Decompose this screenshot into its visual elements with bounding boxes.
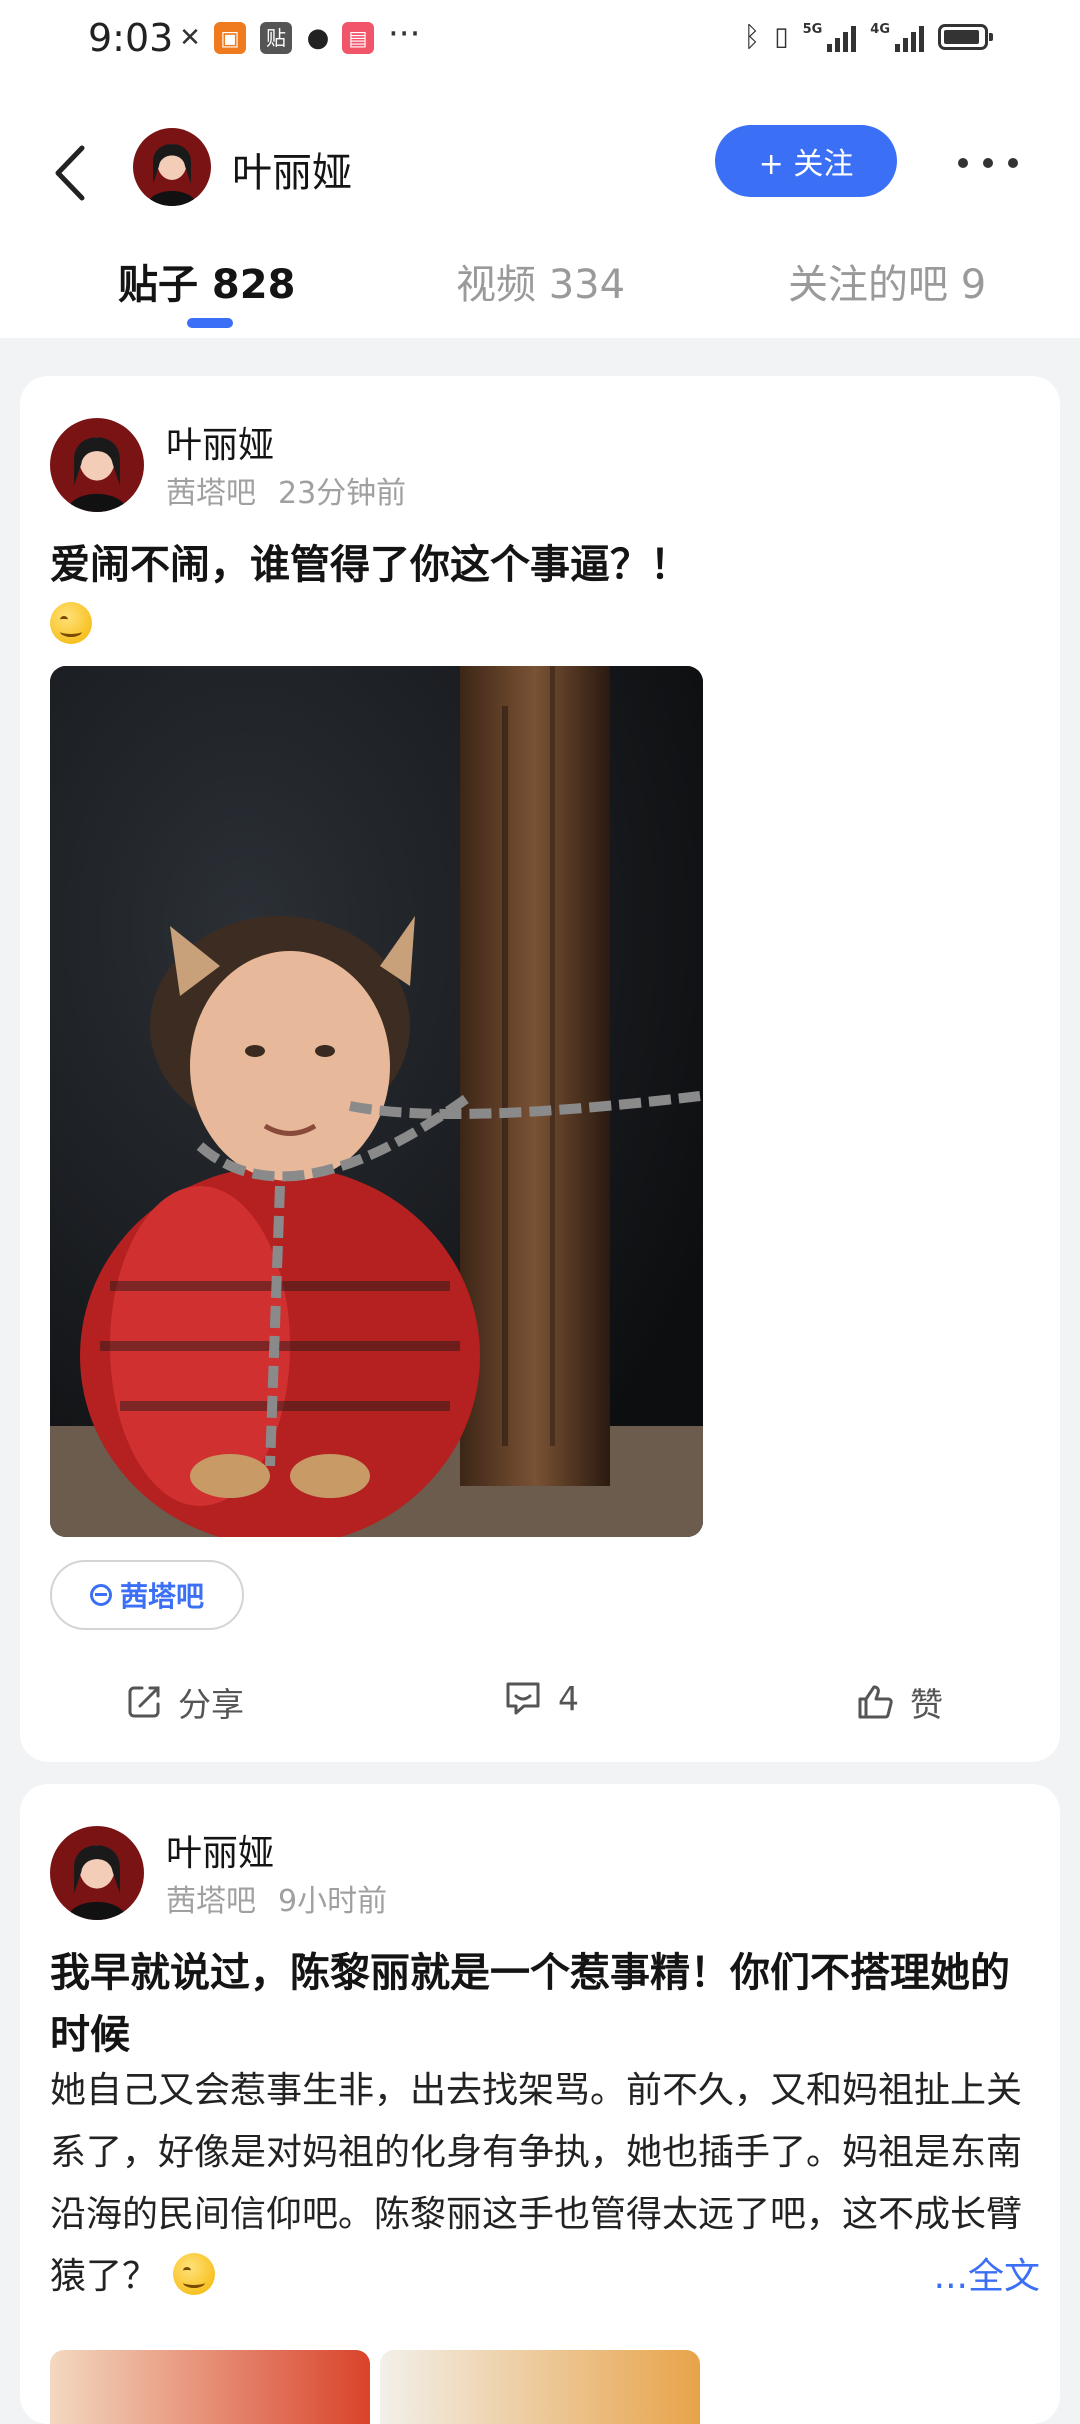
- avatar[interactable]: [133, 128, 211, 206]
- active-tab-indicator: [187, 318, 233, 328]
- post-author[interactable]: 叶丽娅: [166, 416, 274, 468]
- status-indicators: ᛒ ▯ 5G 4G: [743, 20, 993, 53]
- vibrate-icon: ▯: [774, 21, 789, 52]
- bluetooth-icon: ᛒ: [743, 20, 761, 53]
- profile-header: 叶丽娅 + 关注: [0, 120, 1080, 230]
- like-label: 赞: [910, 1685, 943, 1724]
- back-arrow-icon[interactable]: [48, 138, 94, 208]
- post-card[interactable]: 叶丽娅 茜塔吧 23分钟前 爱闹不闹，谁管得了你这个事逼？！ 茜塔吧 分享 4 …: [20, 376, 1060, 1762]
- post-image[interactable]: [380, 2350, 700, 2424]
- status-bar: 9:03 ✕ ▣ 贴 ● ▤ ··· ᛒ ▯ 5G 4G: [0, 0, 1080, 80]
- follow-button[interactable]: + 关注: [715, 125, 897, 197]
- app-icon: ▤: [342, 22, 374, 54]
- signal-4g-icon: 4G: [870, 22, 924, 52]
- profile-tabs: 贴子 828 视频 334 关注的吧 9: [0, 248, 1080, 338]
- post-meta: 茜塔吧 9小时前: [166, 1876, 387, 1920]
- app-icon: ▣: [214, 22, 246, 54]
- read-more-link[interactable]: ...全文: [934, 2246, 1040, 2308]
- thumbs-up-icon: [858, 1685, 893, 1719]
- tab-videos[interactable]: 视频 334: [456, 252, 625, 310]
- post-time: 9小时前: [278, 1884, 388, 1919]
- tieba-icon: 贴: [260, 22, 292, 54]
- battery-icon: [938, 23, 993, 50]
- like-button[interactable]: 赞: [854, 1678, 943, 1726]
- comment-button[interactable]: 4: [502, 1678, 579, 1718]
- post-forum[interactable]: 茜塔吧: [166, 1884, 256, 1919]
- post-title: 我早就说过，陈黎丽就是一个惹事精！你们不搭理她的时候: [50, 1950, 1010, 2058]
- share-icon: [128, 1686, 160, 1718]
- post-images: [50, 2350, 700, 2424]
- status-time: 9:03: [88, 16, 174, 60]
- more-options-icon[interactable]: [958, 148, 1018, 178]
- forum-tag[interactable]: 茜塔吧: [50, 1560, 244, 1630]
- post-forum[interactable]: 茜塔吧: [166, 476, 256, 511]
- more-notifications-icon: ···: [388, 14, 421, 54]
- post-image[interactable]: [50, 666, 703, 1537]
- post-image[interactable]: [50, 2350, 370, 2424]
- forum-icon: [89, 1584, 112, 1606]
- top-bar: 9:03 ✕ ▣ 贴 ● ▤ ··· ᛒ ▯ 5G 4G 叶丽娅 + 关注 贴子…: [0, 0, 1080, 338]
- post-body: 她自己又会惹事生非，出去找架骂。前不久，又和妈祖扯上关系了，好像是对妈祖的化身有…: [50, 2060, 1040, 2308]
- post-meta: 茜塔吧 23分钟前: [166, 468, 406, 512]
- follow-label: + 关注: [758, 147, 854, 182]
- comment-icon: [506, 1682, 540, 1715]
- post-author[interactable]: 叶丽娅: [166, 1824, 274, 1876]
- laugh-emoji-icon: [50, 602, 92, 644]
- share-label: 分享: [178, 1685, 244, 1724]
- post-time: 23分钟前: [278, 476, 407, 511]
- avatar[interactable]: [50, 1826, 144, 1920]
- forum-tag-label: 茜塔吧: [119, 1580, 204, 1613]
- avatar[interactable]: [50, 418, 144, 512]
- silent-icon: ✕: [179, 23, 201, 53]
- qq-icon: ●: [306, 23, 330, 53]
- tab-followed-forums[interactable]: 关注的吧 9: [788, 252, 986, 310]
- signal-5g-icon: 5G: [803, 22, 857, 52]
- post-card[interactable]: 叶丽娅 茜塔吧 9小时前 我早就说过，陈黎丽就是一个惹事精！你们不搭理她的时候 她…: [20, 1784, 1060, 2424]
- post-title: 爱闹不闹，谁管得了你这个事逼？！: [50, 542, 690, 588]
- post-actions: 分享 4 赞: [20, 1666, 1060, 1746]
- comment-count: 4: [558, 1678, 579, 1718]
- tab-posts[interactable]: 贴子 828: [118, 252, 295, 310]
- smile-emoji-icon: [173, 2253, 216, 2295]
- share-button[interactable]: 分享: [124, 1678, 244, 1726]
- profile-name: 叶丽娅: [232, 150, 352, 196]
